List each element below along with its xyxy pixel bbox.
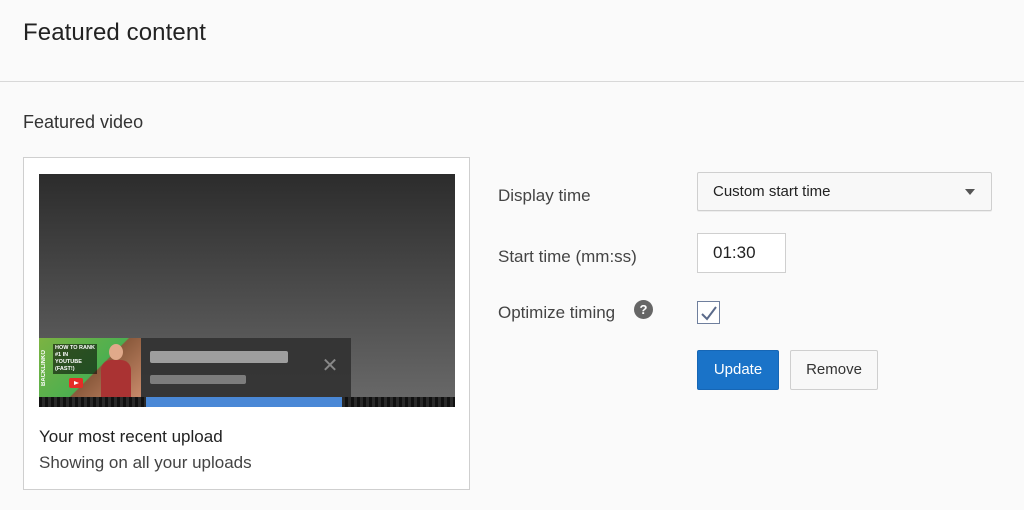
presenter-image <box>101 342 131 398</box>
checkmark-icon <box>701 306 717 321</box>
youtube-logo-icon <box>69 378 83 388</box>
display-time-value: Custom start time <box>713 183 831 200</box>
page-title: Featured content <box>23 19 207 46</box>
chevron-down-icon <box>965 189 975 195</box>
video-preview: BACKLINKO HOW TO RANK #1 IN YOUTUBE (FAS… <box>39 174 455 407</box>
overlay-title-placeholder <box>150 351 288 363</box>
featured-video-card: BACKLINKO HOW TO RANK #1 IN YOUTUBE (FAS… <box>23 157 470 490</box>
optimize-timing-checkbox[interactable] <box>697 301 720 324</box>
close-icon[interactable]: ✕ <box>320 356 340 376</box>
start-time-input[interactable] <box>697 233 786 273</box>
page-header: Featured content <box>0 0 1024 82</box>
help-icon[interactable]: ? <box>634 300 653 319</box>
thumbnail-caption: HOW TO RANK #1 IN YOUTUBE (FAST!) <box>53 344 97 374</box>
overlay-subtitle-placeholder <box>150 375 246 384</box>
featured-video-overlay[interactable]: BACKLINKO HOW TO RANK #1 IN YOUTUBE (FAS… <box>39 338 351 398</box>
thumbnail-brand: BACKLINKO <box>41 350 47 386</box>
upload-subtitle: Showing on all your uploads <box>39 453 252 472</box>
optimize-timing-label: Optimize timing <box>498 303 616 322</box>
update-button[interactable]: Update <box>697 350 779 390</box>
section-title: Featured video <box>23 112 144 132</box>
overlay-display-range <box>146 397 342 407</box>
start-time-label: Start time (mm:ss) <box>498 247 637 266</box>
display-time-label: Display time <box>498 186 591 205</box>
remove-button[interactable]: Remove <box>790 350 878 390</box>
video-thumbnail[interactable]: BACKLINKO HOW TO RANK #1 IN YOUTUBE (FAS… <box>39 338 141 398</box>
display-time-select[interactable]: Custom start time <box>697 172 992 211</box>
upload-title: Your most recent upload <box>39 427 223 446</box>
